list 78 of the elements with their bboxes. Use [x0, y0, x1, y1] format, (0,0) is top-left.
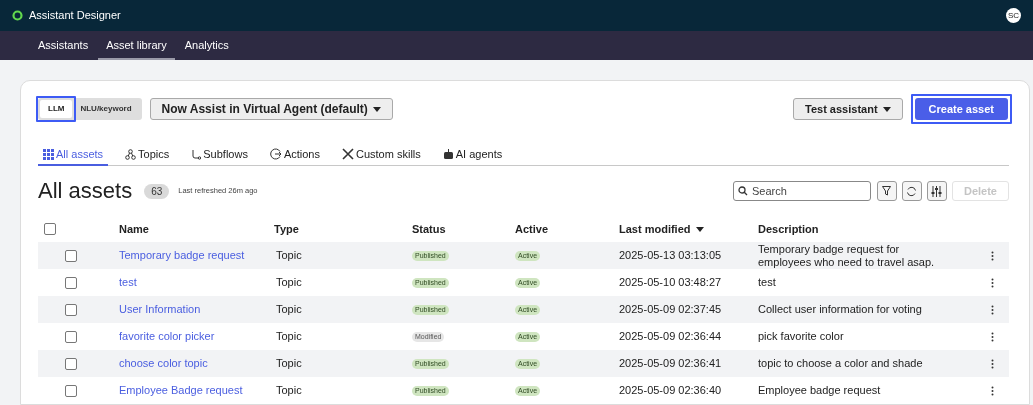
assistant-dropdown[interactable]: Now Assist in Virtual Agent (default) — [149, 98, 393, 120]
type-cell-text: Topic — [276, 356, 302, 372]
asset-link[interactable]: Temporary badge request — [119, 247, 245, 264]
count-badge: 63 — [144, 183, 170, 199]
filter-button[interactable] — [876, 181, 897, 201]
modified-cell-text: 2025-05-10 03:48:27 — [619, 275, 722, 291]
row-checkbox[interactable] — [65, 357, 77, 370]
caret-icon — [882, 106, 891, 112]
tab[interactable]: Actions — [264, 144, 325, 166]
column-header[interactable]: Type — [274, 220, 299, 238]
tab[interactable]: Topics — [120, 144, 175, 166]
asset-link[interactable]: User Information — [119, 301, 201, 318]
asset-link[interactable]: choose color topic — [119, 355, 208, 372]
sliders-icon — [931, 185, 943, 197]
columns-button[interactable] — [926, 181, 947, 201]
more-icon[interactable] — [990, 250, 994, 261]
filter-icon — [882, 186, 892, 196]
description-cell: Collect user information for voting — [758, 303, 922, 316]
nav-tab[interactable]: Analytics — [176, 32, 237, 60]
grid-icon — [43, 148, 54, 160]
tab[interactable]: Custom skills — [337, 144, 426, 166]
tab[interactable]: AI agents — [437, 144, 508, 166]
row-checkbox[interactable] — [65, 384, 77, 397]
caret-icon — [695, 226, 704, 232]
description-cell-text: Temporary badge request for employees who need to travel asap. — [758, 242, 936, 269]
search-field[interactable]: Search — [732, 181, 871, 201]
page-heading: All assets — [38, 178, 133, 204]
modified-cell-text: 2025-05-13 03:13:05 — [619, 248, 722, 264]
column-header[interactable]: Status — [412, 220, 446, 238]
refresh-button[interactable] — [901, 181, 922, 201]
nav-tab[interactable]: Asset library — [98, 32, 175, 60]
type-cell-text: Topic — [276, 275, 302, 291]
description-cell: Employee badge request — [758, 384, 881, 397]
more-icon[interactable] — [990, 385, 994, 396]
asset-link[interactable]: favorite color picker — [119, 328, 215, 345]
more-icon[interactable] — [990, 277, 994, 288]
type-cell-text: Topic — [276, 383, 302, 399]
type-cell-text: Topic — [276, 302, 302, 318]
asset-link[interactable]: Employee Badge request — [119, 382, 243, 399]
column-header[interactable]: Active — [515, 220, 549, 238]
type-cell-text: Topic — [276, 329, 302, 345]
robot-icon — [442, 148, 454, 160]
nodes-icon — [125, 148, 137, 160]
row-checkbox[interactable] — [65, 276, 77, 289]
description-cell: pick favorite color — [758, 330, 844, 343]
more-icon[interactable] — [990, 331, 994, 342]
description-cell: test — [758, 276, 776, 289]
row-checkbox[interactable] — [65, 330, 77, 343]
nav-tab[interactable]: Assistants — [30, 32, 97, 60]
modified-cell-text: 2025-05-09 02:37:45 — [619, 302, 722, 318]
user-avatar[interactable]: SC — [1006, 8, 1021, 23]
refresh-icon — [906, 185, 918, 197]
search-icon — [737, 186, 748, 196]
modified-cell-text: 2025-05-09 02:36:40 — [619, 383, 722, 399]
tab[interactable]: Subflows — [186, 144, 253, 166]
row-checkbox[interactable] — [65, 249, 77, 262]
more-icon[interactable] — [990, 304, 994, 315]
app-title: Assistant Designer — [29, 8, 121, 24]
tab[interactable]: All assets — [38, 144, 109, 166]
row-checkbox[interactable] — [65, 303, 77, 316]
test-assistant-dropdown[interactable]: Test assistant — [793, 98, 903, 120]
description-cell: topic to choose a color and shade — [758, 357, 923, 370]
caret-icon — [372, 106, 381, 112]
flow-icon — [191, 148, 202, 160]
more-icon[interactable] — [990, 358, 994, 369]
type-cell-text: Topic — [276, 248, 302, 264]
arrow-circle-icon — [269, 148, 282, 160]
column-header[interactable]: Last modified — [619, 220, 704, 238]
toggle-option[interactable]: LLM — [40, 100, 73, 118]
modified-cell-text: 2025-05-09 02:36:44 — [619, 329, 722, 345]
column-header[interactable]: Description — [758, 220, 819, 238]
modified-cell-text: 2025-05-09 02:36:41 — [619, 356, 722, 372]
select-all-checkbox[interactable] — [44, 223, 56, 235]
column-header[interactable]: Name — [119, 220, 149, 238]
asset-link[interactable]: test — [119, 274, 137, 291]
create-asset-button[interactable]: Create asset — [914, 98, 1008, 120]
toggle-option[interactable]: NLU/keyword — [72, 100, 140, 118]
logo-icon — [12, 10, 23, 21]
